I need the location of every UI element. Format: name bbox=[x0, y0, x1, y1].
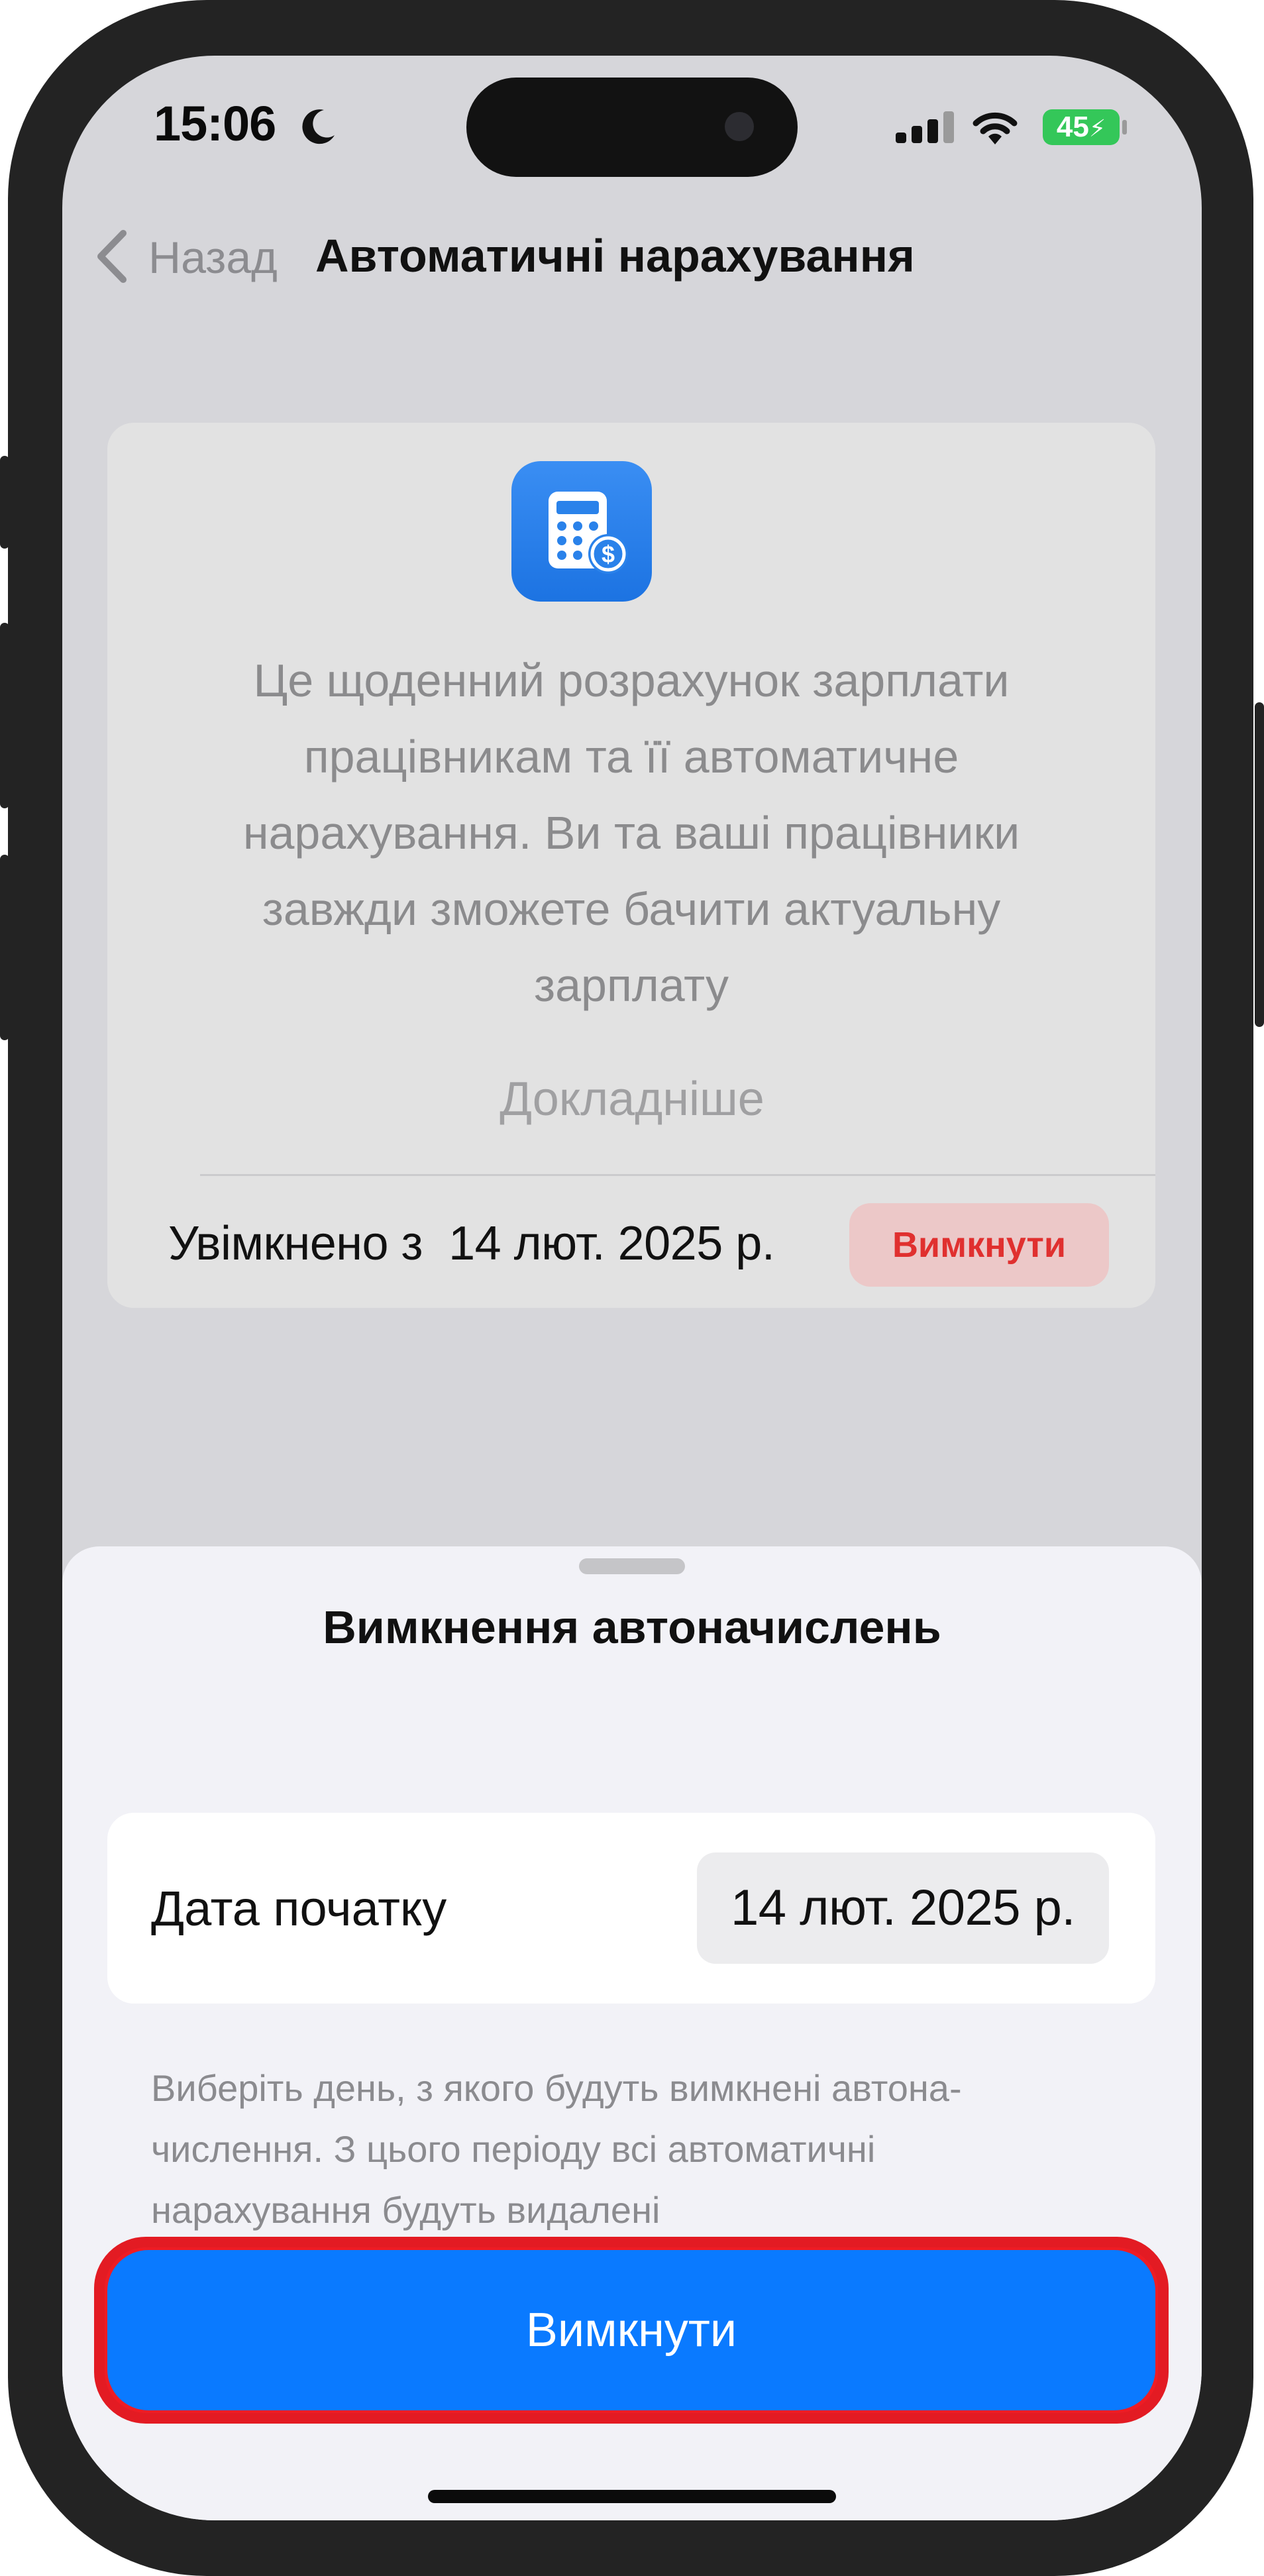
wifi-icon bbox=[973, 112, 1018, 144]
silent-switch bbox=[0, 456, 9, 549]
calculator-dollar-icon: $ bbox=[511, 461, 652, 602]
card-description: Це щоденний розрахунок зарплати працівни… bbox=[242, 655, 1020, 1011]
sheet-grabber[interactable] bbox=[579, 1558, 685, 1574]
chevron-left-icon[interactable] bbox=[89, 227, 135, 286]
start-date-label: Дата початку bbox=[151, 1881, 447, 1936]
enabled-since-text: Увімкнено з 14 лют. 2025 р. bbox=[168, 1217, 775, 1270]
svg-text:$: $ bbox=[602, 541, 615, 568]
learn-more-link[interactable]: Докладніше bbox=[62, 1072, 1202, 1126]
screen: 15:06 45⚡ Назад Автоматичні нарахування bbox=[62, 56, 1202, 2520]
confirm-disable-button[interactable]: Вимкнути bbox=[107, 2250, 1155, 2410]
sheet-title: Вимкнення автоначислень bbox=[323, 1601, 941, 1653]
volume-up-button bbox=[0, 623, 9, 808]
battery-icon: 45⚡ bbox=[1043, 109, 1120, 145]
home-indicator[interactable] bbox=[428, 2490, 836, 2503]
disable-pill-button[interactable]: Вимкнути bbox=[849, 1203, 1109, 1287]
front-camera bbox=[725, 112, 754, 141]
help-text: Виберіть день, з якого будуть вимкнені а… bbox=[151, 2067, 962, 2231]
start-date-picker[interactable]: 14 лют. 2025 р. bbox=[697, 1852, 1109, 1964]
volume-down-button bbox=[0, 855, 9, 1040]
moon-icon bbox=[302, 109, 335, 144]
cellular-signal-icon bbox=[896, 111, 955, 143]
card-divider bbox=[200, 1174, 1155, 1176]
back-button[interactable]: Назад bbox=[148, 232, 278, 284]
battery-cap bbox=[1122, 120, 1127, 134]
power-button bbox=[1255, 702, 1264, 1027]
status-time: 15:06 bbox=[154, 96, 276, 151]
battery-level: 45 bbox=[1056, 111, 1089, 143]
page-title: Автоматичні нарахування bbox=[315, 230, 915, 282]
